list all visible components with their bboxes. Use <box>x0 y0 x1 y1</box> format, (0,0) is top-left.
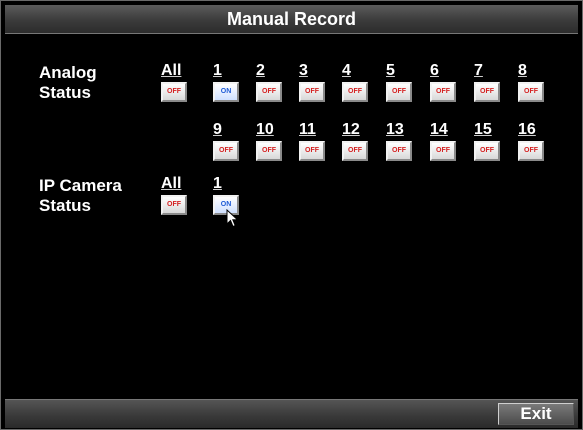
analog-label-line2: Status <box>39 83 91 102</box>
analog-label: Analog Status <box>39 63 97 103</box>
mouse-pointer-icon <box>226 209 239 228</box>
channel-number: 4 <box>342 62 351 79</box>
channel-number: 1 <box>213 62 222 79</box>
analog-channel-10: 10 OFF <box>256 122 286 161</box>
analog-channel-8: 8 OFF <box>518 63 548 102</box>
channel-number: 8 <box>518 62 527 79</box>
record-toggle[interactable]: OFF <box>299 82 325 102</box>
record-toggle[interactable]: ON <box>213 82 239 102</box>
analog-channel-11: 11 OFF <box>299 122 329 161</box>
channel-number: 6 <box>430 62 439 79</box>
channel-number: 3 <box>299 62 308 79</box>
record-toggle[interactable]: OFF <box>342 82 368 102</box>
channel-number: 16 <box>518 121 536 138</box>
channel-number: 14 <box>430 121 448 138</box>
record-toggle[interactable]: OFF <box>518 82 544 102</box>
analog-all-toggle[interactable]: OFF <box>161 82 187 102</box>
ip-camera-all: All OFF <box>161 176 191 215</box>
record-toggle[interactable]: OFF <box>213 141 239 161</box>
analog-channel-5: 5 OFF <box>386 63 416 102</box>
record-toggle[interactable]: OFF <box>430 141 456 161</box>
footer-bar: Exit <box>5 399 578 428</box>
analog-label-line1: Analog <box>39 63 97 82</box>
channel-number: 11 <box>299 121 316 138</box>
record-toggle[interactable]: OFF <box>474 141 500 161</box>
analog-channel-9: 9 OFF <box>213 122 243 161</box>
analog-channel-3: 3 OFF <box>299 63 329 102</box>
window-title: Manual Record <box>5 5 578 34</box>
record-toggle[interactable]: OFF <box>474 82 500 102</box>
analog-channel-6: 6 OFF <box>430 63 460 102</box>
channel-number: 10 <box>256 121 274 138</box>
record-toggle[interactable]: OFF <box>430 82 456 102</box>
analog-channel-1: 1 ON <box>213 63 243 102</box>
analog-channel-4: 4 OFF <box>342 63 372 102</box>
channel-number: 13 <box>386 121 404 138</box>
channel-number: 9 <box>213 121 222 138</box>
ip-camera-label-line1: IP Camera <box>39 176 122 195</box>
analog-channel-15: 15 OFF <box>474 122 504 161</box>
channel-number: 5 <box>386 62 395 79</box>
record-toggle[interactable]: OFF <box>256 141 282 161</box>
ip-camera-all-label: All <box>161 175 182 192</box>
analog-channel-12: 12 OFF <box>342 122 372 161</box>
ip-camera-label: IP Camera Status <box>39 176 122 216</box>
analog-all-label: All <box>161 62 182 79</box>
content-area: Analog Status All OFF 1 ON 2 OFF 3 OFF 4… <box>5 34 578 398</box>
channel-number: 1 <box>213 175 222 192</box>
ip-camera-all-toggle[interactable]: OFF <box>161 195 187 215</box>
exit-button[interactable]: Exit <box>498 403 574 425</box>
record-toggle[interactable]: OFF <box>299 141 325 161</box>
channel-number: 2 <box>256 62 265 79</box>
record-toggle[interactable]: OFF <box>256 82 282 102</box>
record-toggle[interactable]: OFF <box>386 141 412 161</box>
analog-all: All OFF <box>161 63 191 102</box>
analog-channel-16: 16 OFF <box>518 122 548 161</box>
channel-number: 15 <box>474 121 492 138</box>
record-toggle[interactable]: OFF <box>386 82 412 102</box>
channel-number: 12 <box>342 121 360 138</box>
ip-camera-label-line2: Status <box>39 196 91 215</box>
record-toggle[interactable]: OFF <box>518 141 544 161</box>
analog-channel-13: 13 OFF <box>386 122 416 161</box>
manual-record-window: Manual Record Analog Status All OFF 1 ON… <box>0 0 583 430</box>
record-toggle[interactable]: OFF <box>342 141 368 161</box>
analog-channel-14: 14 OFF <box>430 122 460 161</box>
analog-channel-7: 7 OFF <box>474 63 504 102</box>
channel-number: 7 <box>474 62 483 79</box>
analog-channel-2: 2 OFF <box>256 63 286 102</box>
